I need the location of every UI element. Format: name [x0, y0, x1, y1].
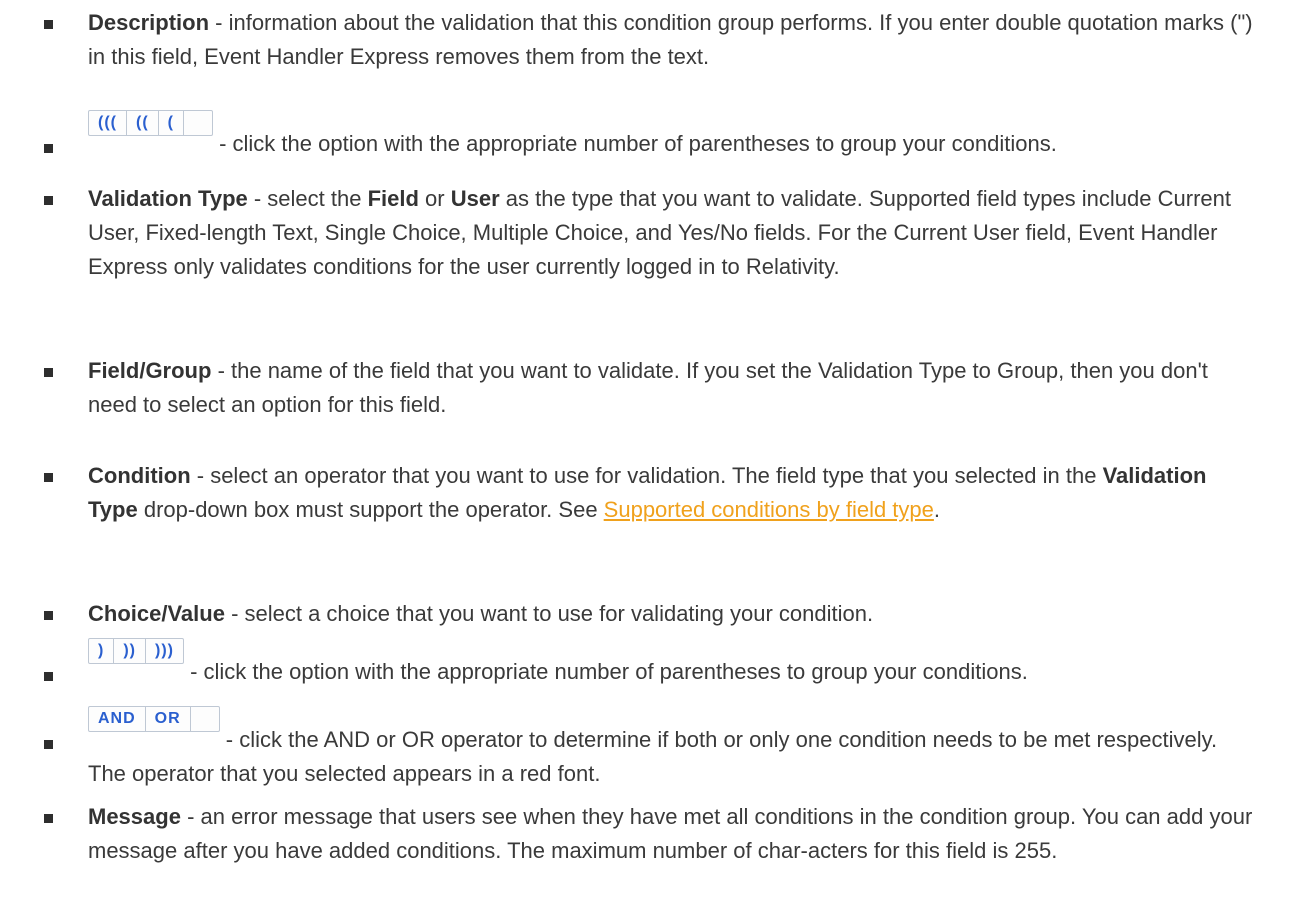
triple-open-paren-button[interactable]: (((: [89, 111, 127, 135]
list-item-text: Description - information about the vali…: [88, 6, 1259, 74]
choice-value-text: - select a choice that you want to use f…: [224, 601, 874, 626]
list-item-text: Field/Group - the name of the field that…: [88, 354, 1259, 422]
bullet-marker: [44, 20, 53, 29]
close-parentheses-button-group: ) )) ))): [88, 638, 184, 664]
list-item-text: ) )) ))) - click the option with the app…: [88, 638, 1259, 689]
message-text: - an error message that users see when t…: [88, 804, 1253, 863]
list-item-text: Choice/Value - select a choice that you …: [88, 597, 1259, 631]
and-button[interactable]: AND: [89, 707, 146, 731]
single-open-paren-button[interactable]: (: [159, 111, 184, 135]
open-parentheses-description: - click the option with the appropriate …: [219, 131, 1057, 156]
list-item-text: Message - an error message that users se…: [88, 800, 1259, 868]
term-choice-value: Choice/Value: [88, 601, 225, 626]
and-or-button-group: AND OR: [88, 706, 220, 732]
list-item-text: Condition - select an operator that you …: [88, 459, 1259, 527]
bullet-marker: [44, 672, 53, 681]
bullet-marker: [44, 144, 53, 153]
condition-text-mid: drop-down box must support the operator.…: [137, 497, 604, 522]
single-close-paren-button[interactable]: ): [89, 639, 115, 663]
and-or-description: - click the AND or OR operator to determ…: [88, 727, 1218, 786]
open-parentheses-button-group: ((( (( (: [88, 110, 213, 136]
list-item-text: Validation Type - select the Field or Us…: [88, 182, 1259, 284]
term-condition: Condition: [88, 463, 191, 488]
description-text: - information about the validation that …: [88, 10, 1253, 69]
double-open-paren-button[interactable]: ((: [127, 111, 159, 135]
term-field-group: Field/Group: [88, 358, 212, 383]
list-item-text: AND OR - click the AND or OR operator to…: [88, 706, 1259, 791]
condition-text: - select an operator that you want to us…: [190, 463, 1103, 488]
term-user: User: [450, 186, 500, 211]
term-description: Description: [88, 10, 210, 35]
bullet-marker: [44, 611, 53, 620]
term-message: Message: [88, 804, 181, 829]
bullet-marker: [44, 814, 53, 823]
double-close-paren-button[interactable]: )): [114, 639, 146, 663]
field-group-text: - the name of the field that you want to…: [88, 358, 1208, 417]
triple-close-paren-button[interactable]: ))): [146, 639, 183, 663]
bullet-marker: [44, 473, 53, 482]
list-item-text: ((( (( ( - click the option with the app…: [88, 110, 1259, 161]
bullet-marker: [44, 368, 53, 377]
condition-text-end: .: [933, 497, 941, 522]
or-button[interactable]: OR: [146, 707, 191, 731]
bullet-marker: [44, 196, 53, 205]
term-field: Field: [367, 186, 419, 211]
close-parentheses-description: - click the option with the appropriate …: [190, 659, 1028, 684]
term-validation-type: Validation Type: [88, 186, 248, 211]
supported-conditions-link[interactable]: Supported conditions by field type: [604, 497, 934, 522]
validation-type-text-or: or: [418, 186, 451, 211]
bullet-marker: [44, 740, 53, 749]
validation-type-text: - select the: [247, 186, 368, 211]
document-body: Description - information about the vali…: [0, 0, 1292, 905]
